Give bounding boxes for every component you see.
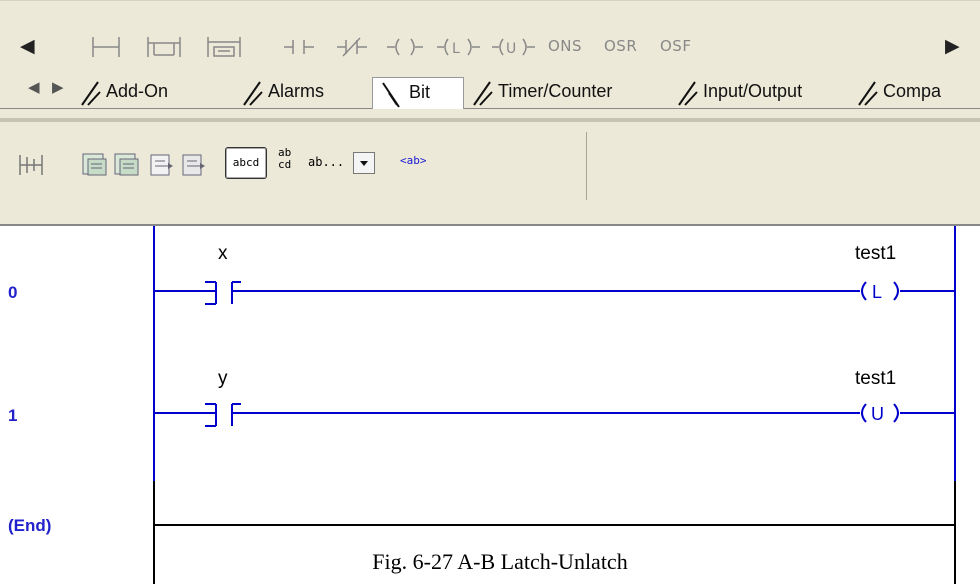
rung-edit-icon[interactable] bbox=[16, 151, 46, 184]
tab-label: Timer/Counter bbox=[498, 81, 613, 101]
rung-icon[interactable] bbox=[85, 30, 125, 64]
tab-input-output[interactable]: Input/Output bbox=[667, 79, 847, 106]
tab-label: Compa bbox=[883, 81, 942, 101]
tab-divider-icon bbox=[473, 81, 493, 106]
figure-caption: Fig. 6-27 A-B Latch-Unlatch bbox=[372, 549, 628, 574]
toolbar-divider bbox=[586, 132, 587, 200]
tab-divider-icon bbox=[858, 81, 878, 106]
rung-number-0[interactable]: 0 bbox=[8, 283, 17, 303]
xio-contact-icon[interactable] bbox=[333, 30, 373, 64]
ote-coil-icon[interactable] bbox=[385, 30, 427, 64]
abcd-label: abcd bbox=[225, 147, 267, 179]
rung-0-coil-letter: L bbox=[872, 282, 882, 302]
scroll-right-icon[interactable]: ▶ bbox=[945, 35, 960, 57]
tab-scroll-left-icon[interactable]: ◀ bbox=[28, 78, 40, 96]
tab-label: Bit bbox=[409, 82, 431, 102]
instruction-toolbar: ◀ ▶ L U ONS OSR OSF ◀ ▶ Add-On Alarms Bi… bbox=[0, 0, 980, 119]
tab-add-on[interactable]: Add-On bbox=[70, 79, 232, 106]
ladder-canvas: L U bbox=[153, 226, 956, 584]
rung-0-contact-tag[interactable]: x bbox=[218, 243, 228, 265]
ladder-editor: L U 0 x test1 1 y test1 (End) bbox=[0, 226, 980, 584]
osr-button[interactable]: OSR bbox=[604, 37, 637, 55]
rung-0-coil-tag[interactable]: test1 bbox=[855, 243, 896, 265]
otl-coil-icon[interactable]: L bbox=[435, 30, 483, 64]
ons-button[interactable]: ONS bbox=[548, 37, 582, 55]
svg-text:L: L bbox=[452, 41, 460, 57]
branch-level-icon[interactable] bbox=[200, 30, 244, 64]
wrap-text-button[interactable]: ab cd bbox=[278, 147, 291, 171]
copy-rung-icon[interactable] bbox=[80, 151, 110, 184]
insert-rung-icon[interactable] bbox=[148, 151, 176, 184]
tab-compare[interactable]: Compa bbox=[847, 79, 980, 106]
chevron-down-icon[interactable] bbox=[353, 152, 375, 174]
rung-1-coil-letter: U bbox=[871, 404, 884, 424]
tab-label: Add-On bbox=[106, 81, 169, 101]
tab-label: Alarms bbox=[268, 81, 325, 101]
instruction-tab-bar: ◀ ▶ Add-On Alarms Bit Timer/Counter Inpu… bbox=[0, 76, 980, 109]
tab-timer-counter[interactable]: Timer/Counter bbox=[462, 79, 667, 106]
rung-0-graphic bbox=[154, 281, 955, 305]
tab-divider-icon bbox=[81, 81, 101, 106]
editor-frame-top bbox=[0, 210, 980, 226]
tab-divider-icon bbox=[678, 81, 698, 106]
tab-divider-icon bbox=[243, 81, 263, 106]
rung-1-graphic bbox=[154, 403, 955, 427]
osf-button[interactable]: OSF bbox=[660, 37, 691, 55]
otu-coil-icon[interactable]: U bbox=[490, 30, 538, 64]
svg-text:U: U bbox=[506, 41, 516, 57]
tab-label: Input/Output bbox=[703, 81, 803, 101]
branch-icon[interactable] bbox=[140, 30, 184, 64]
scroll-left-icon[interactable]: ◀ bbox=[20, 35, 35, 57]
rung-1-coil-tag[interactable]: test1 bbox=[855, 368, 896, 390]
editing-toolbar: abcd ab cd ab... <ab> bbox=[0, 122, 980, 210]
abcd-display-button[interactable]: abcd bbox=[225, 147, 267, 179]
xic-contact-icon[interactable] bbox=[280, 30, 320, 64]
tag-display-button[interactable]: <ab> bbox=[400, 154, 427, 167]
rung-1-contact-tag[interactable]: y bbox=[218, 368, 228, 390]
rung-number-1[interactable]: 1 bbox=[8, 406, 17, 426]
tab-bit[interactable]: Bit bbox=[372, 77, 464, 109]
tab-divider-icon bbox=[382, 82, 400, 108]
tab-alarms[interactable]: Alarms bbox=[232, 79, 372, 106]
end-rung-label: (End) bbox=[8, 516, 52, 535]
append-rung-icon[interactable] bbox=[180, 151, 208, 184]
wrap-bottom-label: cd bbox=[278, 158, 292, 171]
dropdown-value: ab... bbox=[308, 155, 345, 169]
tab-scroll-right-icon[interactable]: ▶ bbox=[52, 78, 64, 96]
paste-rung-icon[interactable] bbox=[112, 151, 142, 184]
